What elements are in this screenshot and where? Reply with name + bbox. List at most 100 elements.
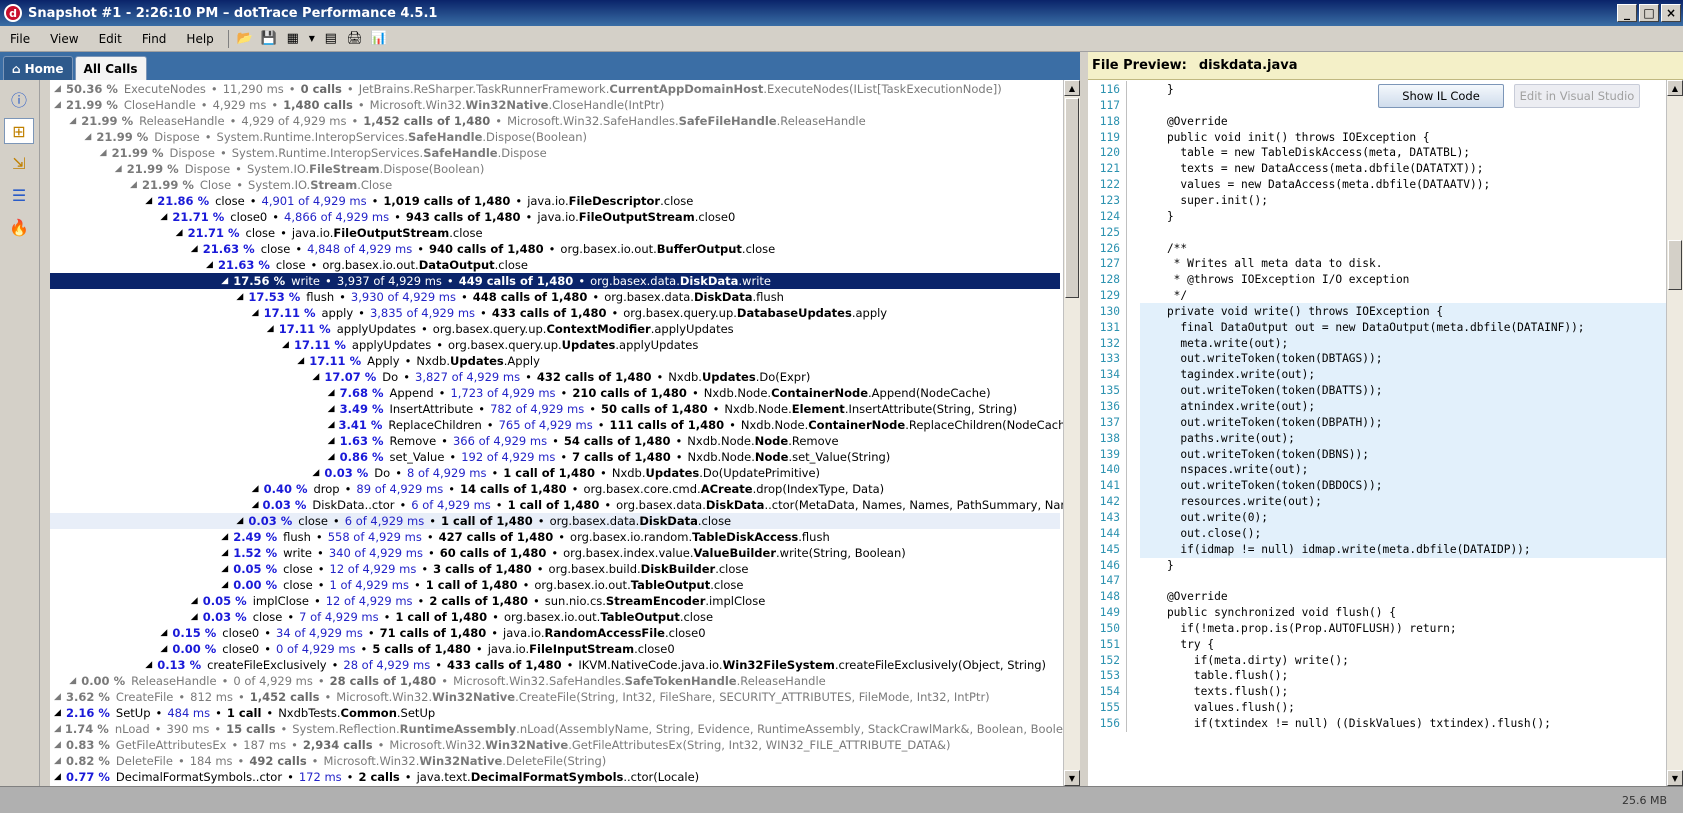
- expand-triangle-icon[interactable]: ◢: [328, 404, 336, 414]
- expand-triangle-icon[interactable]: ◢: [130, 180, 138, 190]
- scroll-up-icon[interactable]: ▲: [1667, 80, 1683, 96]
- tree-row[interactable]: ◢ 21.99 % Close • System.IO. Stream .Close: [50, 177, 1060, 193]
- tree-row[interactable]: ◢ 2.16 % SetUp • 484 ms • 1 call • NxdbTests. Com…: [50, 705, 1060, 721]
- menu-edit[interactable]: Edit: [89, 32, 132, 46]
- snapshot-icon[interactable]: 🖨: [345, 29, 365, 49]
- tab-all-calls[interactable]: All Calls: [74, 56, 147, 80]
- tree-row[interactable]: ◢ 1.52 % write • 340 of 4,929 ms • 60 calls of…: [50, 545, 1060, 561]
- expand-triangle-icon[interactable]: ◢: [221, 532, 229, 542]
- tree-row[interactable]: ◢ 50.36 % ExecuteNodes • 11,290 ms • 0 calls • J…: [50, 81, 1060, 97]
- expand-triangle-icon[interactable]: ◢: [54, 756, 62, 766]
- expand-triangle-icon[interactable]: ◢: [221, 276, 229, 286]
- dropdown-arrow-icon[interactable]: ▼: [307, 29, 317, 49]
- tree-row[interactable]: ◢ 0.83 % GetFileAttributesEx • 187 ms • 2,934 …: [50, 737, 1060, 753]
- tree-row[interactable]: ◢ 0.13 % createFileExclusively • 28 of 4,929…: [50, 657, 1060, 673]
- tree-row[interactable]: ◢ 0.05 % implClose • 12 of 4,929 ms • 2 calls …: [50, 593, 1060, 609]
- tree-row[interactable]: ◢ 7.68 % Append • 1,723 of 4,929 ms • 210 call…: [50, 385, 1060, 401]
- menu-help[interactable]: Help: [176, 32, 223, 46]
- expand-triangle-icon[interactable]: ◢: [221, 548, 229, 558]
- expand-triangle-icon[interactable]: ◢: [236, 516, 244, 526]
- expand-triangle-icon[interactable]: ◢: [54, 708, 62, 718]
- close-button[interactable]: ×: [1661, 4, 1681, 22]
- expand-triangle-icon[interactable]: ◢: [267, 324, 275, 334]
- tree-row[interactable]: ◢ 21.99 % Dispose • System.Runtime.InteropSe…: [50, 145, 1060, 161]
- export-icon[interactable]: 📊: [369, 29, 389, 49]
- expand-triangle-icon[interactable]: ◢: [54, 724, 61, 734]
- expand-triangle-icon[interactable]: ◢: [312, 372, 320, 382]
- code-scrollbar[interactable]: ▲ ▼: [1666, 80, 1683, 786]
- call-tree-icon[interactable]: ⊞: [4, 118, 34, 144]
- expand-triangle-icon[interactable]: ◢: [206, 260, 214, 270]
- sidebar-splitter[interactable]: [40, 80, 50, 786]
- tree-row[interactable]: ◢ 0.15 % close0 • 34 of 4,929 ms • 71 calls of…: [50, 625, 1060, 641]
- tree-row[interactable]: ◢ 21.86 % close • 4,901 of 4,929 ms • 1,019 ca…: [50, 193, 1060, 209]
- expand-triangle-icon[interactable]: ◢: [252, 500, 259, 510]
- expand-triangle-icon[interactable]: ◢: [191, 612, 199, 622]
- show-il-code-button[interactable]: Show IL Code: [1378, 84, 1504, 108]
- tree-row[interactable]: ◢ 0.03 % close • 7 of 4,929 ms • 1 call of 1,4…: [50, 609, 1060, 625]
- tree-row[interactable]: ◢ 21.63 % close • 4,848 of 4,929 ms • 940 call…: [50, 241, 1060, 257]
- expand-triangle-icon[interactable]: ◢: [100, 148, 108, 158]
- tree-row[interactable]: ◢ 0.40 % drop • 89 of 4,929 ms • 14 calls of 1…: [50, 481, 1060, 497]
- maximize-button[interactable]: □: [1639, 4, 1659, 22]
- expand-triangle-icon[interactable]: ◢: [252, 308, 260, 318]
- grid-icon[interactable]: ▤: [321, 29, 341, 49]
- expand-triangle-icon[interactable]: ◢: [221, 564, 229, 574]
- expand-triangle-icon[interactable]: ◢: [54, 84, 62, 94]
- tree-row[interactable]: ◢ 0.77 % DecimalFormatSymbols..ctor • 172 ms…: [50, 769, 1060, 785]
- expand-triangle-icon[interactable]: ◢: [160, 644, 168, 654]
- tree-row[interactable]: ◢ 0.03 % Do • 8 of 4,929 ms • 1 call of 1,480 •…: [50, 465, 1060, 481]
- list-icon[interactable]: ☰: [4, 182, 34, 208]
- expand-triangle-icon[interactable]: ◢: [312, 468, 320, 478]
- info-icon[interactable]: ⓘ: [4, 86, 34, 112]
- tree-row[interactable]: ◢ 1.63 % Remove • 366 of 4,929 ms • 54 calls o…: [50, 433, 1060, 449]
- tree-row[interactable]: ◢ 0.00 % close • 1 of 4,929 ms • 1 call of 1,4…: [50, 577, 1060, 593]
- expand-triangle-icon[interactable]: ◢: [145, 196, 153, 206]
- expand-triangle-icon[interactable]: ◢: [191, 596, 199, 606]
- back-traces-icon[interactable]: ⇲: [4, 150, 34, 176]
- minimize-button[interactable]: _: [1617, 4, 1637, 22]
- expand-triangle-icon[interactable]: ◢: [69, 676, 77, 686]
- tree-row[interactable]: ◢ 0.05 % close • 12 of 4,929 ms • 3 calls of 1…: [50, 561, 1060, 577]
- tree-row[interactable]: ◢ 2.49 % flush • 558 of 4,929 ms • 427 calls o…: [50, 529, 1060, 545]
- expand-triangle-icon[interactable]: ◢: [236, 292, 244, 302]
- tree-row[interactable]: ◢ 0.00 % close0 • 0 of 4,929 ms • 5 calls of 1…: [50, 641, 1060, 657]
- expand-triangle-icon[interactable]: ◢: [176, 228, 184, 238]
- view-mode-icon[interactable]: ▦: [283, 29, 303, 49]
- tab-home[interactable]: ⌂ Home: [3, 56, 73, 80]
- expand-triangle-icon[interactable]: ◢: [328, 436, 336, 446]
- tree-row[interactable]: ◢ 21.99 % CloseHandle • 4,929 ms • 1,480 calls…: [50, 97, 1060, 113]
- pane-splitter[interactable]: [1080, 52, 1088, 786]
- tree-row[interactable]: ◢ 21.71 % close0 • 4,866 of 4,929 ms • 943 cal…: [50, 209, 1060, 225]
- tree-row[interactable]: ◢ 17.11 % Apply • Nxdb. Updates .Apply: [50, 353, 1060, 369]
- expand-triangle-icon[interactable]: ◢: [160, 212, 168, 222]
- tree-row[interactable]: ◢ 17.56 % write • 3,937 of 4,929 ms • 449 call…: [50, 273, 1060, 289]
- tree-row[interactable]: ◢ 3.41 % ReplaceChildren • 765 of 4,929 ms • 1…: [50, 417, 1063, 433]
- save-icon[interactable]: 💾: [259, 29, 279, 49]
- tree-row[interactable]: ◢ 17.53 % flush • 3,930 of 4,929 ms • 448 call…: [50, 289, 1060, 305]
- scroll-down-icon[interactable]: ▼: [1667, 770, 1683, 786]
- tree-row[interactable]: ◢ 0.82 % DeleteFile • 184 ms • 492 calls • Micro…: [50, 753, 1060, 769]
- scroll-up-icon[interactable]: ▲: [1064, 80, 1080, 96]
- tree-row[interactable]: ◢ 21.71 % close • java.io. FileOutputStream .c…: [50, 225, 1060, 241]
- expand-triangle-icon[interactable]: ◢: [191, 244, 199, 254]
- tree-row[interactable]: ◢ 21.63 % close • org.basex.io.out. DataOutpu…: [50, 257, 1060, 273]
- open-folder-icon[interactable]: 📂: [235, 29, 255, 49]
- tree-row[interactable]: ◢ 3.62 % CreateFile • 812 ms • 1,452 calls • Mic…: [50, 689, 1060, 705]
- tree-row[interactable]: ◢ 17.11 % applyUpdates • org.basex.query.up.…: [50, 321, 1060, 337]
- menu-file[interactable]: File: [0, 32, 40, 46]
- tree-row[interactable]: ◢ 0.03 % close • 6 of 4,929 ms • 1 call of 1,4…: [50, 513, 1060, 529]
- expand-triangle-icon[interactable]: ◢: [328, 388, 336, 398]
- expand-triangle-icon[interactable]: ◢: [54, 772, 62, 782]
- tree-row[interactable]: ◢ 0.00 % ReleaseHandle • 0 of 4,929 ms • 28 ca…: [50, 673, 1060, 689]
- expand-triangle-icon[interactable]: ◢: [69, 116, 77, 126]
- tree-row[interactable]: ◢ 21.99 % ReleaseHandle • 4,929 of 4,929 ms •…: [50, 113, 1060, 129]
- hotspots-icon[interactable]: 🔥: [4, 214, 34, 240]
- expand-triangle-icon[interactable]: ◢: [115, 164, 123, 174]
- scroll-thumb[interactable]: [1668, 240, 1682, 290]
- tree-row[interactable]: ◢ 1.74 % nLoad • 390 ms • 15 calls • System.Refl…: [50, 721, 1063, 737]
- expand-triangle-icon[interactable]: ◢: [282, 340, 290, 350]
- expand-triangle-icon[interactable]: ◢: [54, 100, 62, 110]
- menu-find[interactable]: Find: [132, 32, 177, 46]
- tree-row[interactable]: ◢ 17.11 % applyUpdates • org.basex.query.up.…: [50, 337, 1060, 353]
